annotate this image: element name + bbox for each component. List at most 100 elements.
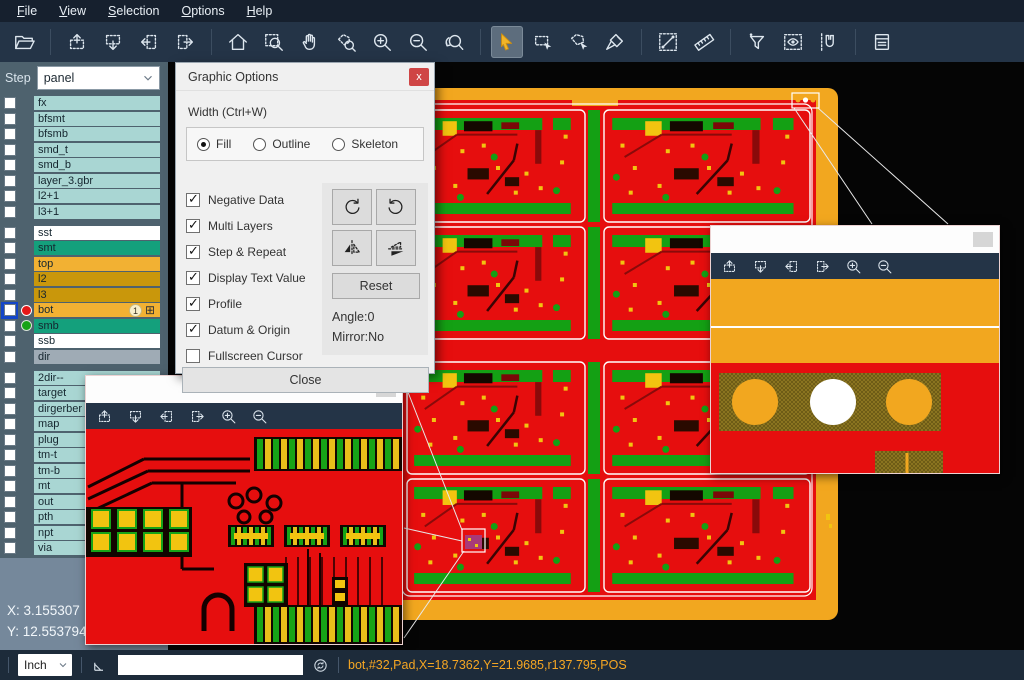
layer-visibility-checkbox[interactable]: [4, 434, 16, 446]
checkbox-profile[interactable]: Profile: [186, 291, 316, 317]
layer-visibility-checkbox[interactable]: [4, 128, 16, 140]
pan-left-button[interactable]: [133, 26, 165, 58]
reset-button[interactable]: Reset: [332, 273, 420, 299]
zoom-in-button[interactable]: [217, 405, 239, 427]
layer-visibility-checkbox[interactable]: [4, 304, 16, 316]
zoom-out-button[interactable]: [402, 26, 434, 58]
layer-row-layer_3.gbr[interactable]: layer_3.gbr: [0, 174, 168, 188]
checkbox-display-text-value[interactable]: Display Text Value: [186, 265, 316, 291]
unit-select[interactable]: Inch: [18, 654, 72, 676]
layer-row-bot[interactable]: bot1⊞: [0, 303, 168, 317]
layer-visibility-checkbox[interactable]: [4, 144, 16, 156]
layer-visibility-checkbox[interactable]: [4, 372, 16, 384]
snap-magnet-button[interactable]: [813, 26, 845, 58]
layer-row-smd_b[interactable]: smd_b: [0, 158, 168, 172]
pan-up-button[interactable]: [61, 26, 93, 58]
command-input[interactable]: [118, 655, 303, 675]
pan-right-button[interactable]: [169, 26, 201, 58]
view-eye-button[interactable]: [777, 26, 809, 58]
menu-help[interactable]: Help: [236, 0, 284, 22]
layer-row-l2+1[interactable]: l2+1: [0, 189, 168, 203]
measure-distance-button[interactable]: [652, 26, 684, 58]
zoom-out-button[interactable]: [873, 255, 895, 277]
pan-down-button[interactable]: [124, 405, 146, 427]
layer-visibility-checkbox[interactable]: [4, 418, 16, 430]
layer-visibility-checkbox[interactable]: [4, 206, 16, 218]
clear-brush-button[interactable]: [599, 26, 631, 58]
step-select[interactable]: panel: [37, 66, 160, 90]
layer-visibility-checkbox[interactable]: [4, 542, 16, 554]
home-button[interactable]: [222, 26, 254, 58]
layer-visibility-checkbox[interactable]: [4, 351, 16, 363]
pan-down-button[interactable]: [749, 255, 771, 277]
layer-row-l3+1[interactable]: l3+1: [0, 205, 168, 219]
menu-selection[interactable]: Selection: [97, 0, 170, 22]
menu-options[interactable]: Options: [170, 0, 235, 22]
layer-row-smt[interactable]: smt: [0, 241, 168, 255]
layer-visibility-checkbox[interactable]: [4, 387, 16, 399]
zoom-window-titlebar[interactable]: [711, 226, 999, 253]
layer-visibility-checkbox[interactable]: [4, 465, 16, 477]
zoom-detail-window-2[interactable]: [710, 225, 1000, 474]
layer-row-l2[interactable]: l2: [0, 272, 168, 286]
pan-left-button[interactable]: [155, 405, 177, 427]
ruler-button[interactable]: [688, 26, 720, 58]
select-arrow-button[interactable]: [491, 26, 523, 58]
layer-visibility-checkbox[interactable]: [4, 113, 16, 125]
layer-row-l3[interactable]: l3: [0, 288, 168, 302]
checkbox-negative-data[interactable]: Negative Data: [186, 187, 316, 213]
layer-row-fx[interactable]: fx: [0, 96, 168, 110]
zoom-in-button[interactable]: [366, 26, 398, 58]
layer-row-smb[interactable]: smb: [0, 319, 168, 333]
layer-row-smd_t[interactable]: smd_t: [0, 143, 168, 157]
layer-visibility-checkbox[interactable]: [4, 175, 16, 187]
layer-visibility-checkbox[interactable]: [4, 242, 16, 254]
layer-row-bfsmt[interactable]: bfsmt: [0, 112, 168, 126]
zoom-out-button[interactable]: [248, 405, 270, 427]
radio-fill[interactable]: Fill: [197, 137, 231, 151]
layer-visibility-checkbox[interactable]: [4, 449, 16, 461]
zoom-detail-window-1[interactable]: [85, 375, 403, 645]
layer-row-ssb[interactable]: ssb: [0, 334, 168, 348]
checkbox-fullscreen-cursor[interactable]: Fullscreen Cursor: [186, 343, 316, 369]
zoom-in-button[interactable]: [842, 255, 864, 277]
checkbox-step-repeat[interactable]: Step & Repeat: [186, 239, 316, 265]
zoom-undo-button[interactable]: [438, 26, 470, 58]
layer-visibility-checkbox[interactable]: [4, 289, 16, 301]
layer-visibility-checkbox[interactable]: [4, 527, 16, 539]
layer-visibility-checkbox[interactable]: [4, 227, 16, 239]
close-button[interactable]: Close: [182, 367, 429, 393]
pan-left-button[interactable]: [780, 255, 802, 277]
pan-right-button[interactable]: [811, 255, 833, 277]
flip-h-button[interactable]: [332, 230, 372, 266]
layer-visibility-checkbox[interactable]: [4, 190, 16, 202]
layer-visibility-checkbox[interactable]: [4, 511, 16, 523]
layer-visibility-checkbox[interactable]: [4, 258, 16, 270]
layer-row-dir[interactable]: dir: [0, 350, 168, 364]
zoom-window-content[interactable]: [711, 279, 999, 473]
checkbox-datum-origin[interactable]: Datum & Origin: [186, 317, 316, 343]
rotate-ccw-button[interactable]: [376, 189, 416, 225]
pan-up-button[interactable]: [93, 405, 115, 427]
pan-up-button[interactable]: [718, 255, 740, 277]
layer-visibility-checkbox[interactable]: [4, 159, 16, 171]
layer-visibility-checkbox[interactable]: [4, 273, 16, 285]
layer-visibility-checkbox[interactable]: [4, 403, 16, 415]
layer-visibility-checkbox[interactable]: [4, 320, 16, 332]
checkbox-multi-layers[interactable]: Multi Layers: [186, 213, 316, 239]
pan-right-button[interactable]: [186, 405, 208, 427]
open-folder-button[interactable]: [8, 26, 40, 58]
layer-row-sst[interactable]: sst: [0, 226, 168, 240]
layer-visibility-checkbox[interactable]: [4, 97, 16, 109]
menu-view[interactable]: View: [48, 0, 97, 22]
zoom-polygon-button[interactable]: [330, 26, 362, 58]
layer-row-bfsmb[interactable]: bfsmb: [0, 127, 168, 141]
menu-file[interactable]: File: [6, 0, 48, 22]
polygon-select-button[interactable]: [563, 26, 595, 58]
layer-row-top[interactable]: top: [0, 257, 168, 271]
radio-outline[interactable]: Outline: [253, 137, 310, 151]
flip-v-button[interactable]: [376, 230, 416, 266]
dialog-close-button[interactable]: x: [409, 68, 429, 86]
radio-skeleton[interactable]: Skeleton: [332, 137, 398, 151]
layer-visibility-checkbox[interactable]: [4, 335, 16, 347]
